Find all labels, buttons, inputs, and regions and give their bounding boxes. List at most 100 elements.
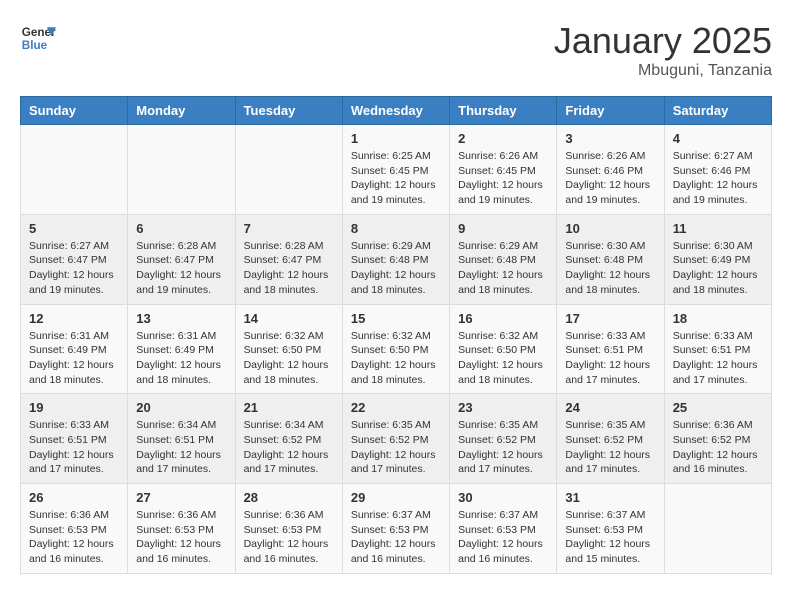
calendar-cell: 7 Sunrise: 6:28 AM Sunset: 6:47 PM Daylig… (235, 214, 342, 304)
calendar-day-header: Thursday (450, 97, 557, 125)
day-info: Sunrise: 6:35 AM Sunset: 6:52 PM Dayligh… (458, 418, 548, 477)
day-info: Sunrise: 6:29 AM Sunset: 6:48 PM Dayligh… (351, 239, 441, 298)
day-number: 15 (351, 311, 441, 326)
calendar-cell: 27 Sunrise: 6:36 AM Sunset: 6:53 PM Dayli… (128, 484, 235, 574)
calendar-day-header: Tuesday (235, 97, 342, 125)
calendar-cell: 8 Sunrise: 6:29 AM Sunset: 6:48 PM Daylig… (342, 214, 449, 304)
day-info: Sunrise: 6:32 AM Sunset: 6:50 PM Dayligh… (244, 329, 334, 388)
day-info: Sunrise: 6:33 AM Sunset: 6:51 PM Dayligh… (29, 418, 119, 477)
day-info: Sunrise: 6:31 AM Sunset: 6:49 PM Dayligh… (136, 329, 226, 388)
calendar-cell: 9 Sunrise: 6:29 AM Sunset: 6:48 PM Daylig… (450, 214, 557, 304)
day-number: 11 (673, 221, 763, 236)
day-info: Sunrise: 6:36 AM Sunset: 6:52 PM Dayligh… (673, 418, 763, 477)
svg-text:Blue: Blue (22, 39, 48, 52)
calendar-cell: 4 Sunrise: 6:27 AM Sunset: 6:46 PM Daylig… (664, 125, 771, 215)
calendar-cell: 26 Sunrise: 6:36 AM Sunset: 6:53 PM Dayli… (21, 484, 128, 574)
day-number: 8 (351, 221, 441, 236)
day-number: 13 (136, 311, 226, 326)
day-number: 25 (673, 400, 763, 415)
calendar-day-header: Friday (557, 97, 664, 125)
day-number: 2 (458, 131, 548, 146)
day-info: Sunrise: 6:26 AM Sunset: 6:45 PM Dayligh… (458, 149, 548, 208)
calendar-cell: 6 Sunrise: 6:28 AM Sunset: 6:47 PM Daylig… (128, 214, 235, 304)
calendar-cell: 28Sunrise: 6:36 AM Sunset: 6:53 PM Dayli… (235, 484, 342, 574)
calendar-day-header: Monday (128, 97, 235, 125)
calendar-cell: 1 Sunrise: 6:25 AM Sunset: 6:45 PM Daylig… (342, 125, 449, 215)
calendar-cell: 18Sunrise: 6:33 AM Sunset: 6:51 PM Dayli… (664, 304, 771, 394)
day-info: Sunrise: 6:37 AM Sunset: 6:53 PM Dayligh… (565, 508, 655, 567)
calendar-cell: 2 Sunrise: 6:26 AM Sunset: 6:45 PM Daylig… (450, 125, 557, 215)
calendar-cell: 15 Sunrise: 6:32 AM Sunset: 6:50 PM Dayli… (342, 304, 449, 394)
day-number: 9 (458, 221, 548, 236)
logo-icon: General Blue (20, 20, 56, 56)
day-info: Sunrise: 6:36 AM Sunset: 6:53 PM Dayligh… (136, 508, 226, 567)
day-number: 30 (458, 490, 548, 505)
day-number: 14 (244, 311, 334, 326)
day-info: Sunrise: 6:26 AM Sunset: 6:46 PM Dayligh… (565, 149, 655, 208)
calendar-cell: 16Sunrise: 6:32 AM Sunset: 6:50 PM Dayli… (450, 304, 557, 394)
day-info: Sunrise: 6:25 AM Sunset: 6:45 PM Dayligh… (351, 149, 441, 208)
calendar-cell (128, 125, 235, 215)
calendar-cell: 21Sunrise: 6:34 AM Sunset: 6:52 PM Dayli… (235, 394, 342, 484)
calendar-cell: 13 Sunrise: 6:31 AM Sunset: 6:49 PM Dayli… (128, 304, 235, 394)
calendar-cell: 22 Sunrise: 6:35 AM Sunset: 6:52 PM Dayli… (342, 394, 449, 484)
day-info: Sunrise: 6:37 AM Sunset: 6:53 PM Dayligh… (458, 508, 548, 567)
day-number: 7 (244, 221, 334, 236)
page-header: General Blue January 2025 Mbuguni, Tanza… (20, 20, 772, 80)
day-info: Sunrise: 6:30 AM Sunset: 6:48 PM Dayligh… (565, 239, 655, 298)
day-info: Sunrise: 6:33 AM Sunset: 6:51 PM Dayligh… (673, 329, 763, 388)
day-number: 10 (565, 221, 655, 236)
day-number: 23 (458, 400, 548, 415)
title-area: January 2025 Mbuguni, Tanzania (554, 20, 772, 80)
calendar-cell (21, 125, 128, 215)
calendar-cell: 3 Sunrise: 6:26 AM Sunset: 6:46 PM Daylig… (557, 125, 664, 215)
calendar-cell: 14 Sunrise: 6:32 AM Sunset: 6:50 PM Dayli… (235, 304, 342, 394)
day-number: 4 (673, 131, 763, 146)
day-number: 5 (29, 221, 119, 236)
day-number: 29 (351, 490, 441, 505)
day-number: 12 (29, 311, 119, 326)
day-info: Sunrise: 6:30 AM Sunset: 6:49 PM Dayligh… (673, 239, 763, 298)
calendar-week-row: 19 Sunrise: 6:33 AM Sunset: 6:51 PM Dayli… (21, 394, 772, 484)
day-number: 19 (29, 400, 119, 415)
calendar-cell: 31 Sunrise: 6:37 AM Sunset: 6:53 PM Dayli… (557, 484, 664, 574)
day-number: 17 (565, 311, 655, 326)
calendar-cell (664, 484, 771, 574)
day-number: 31 (565, 490, 655, 505)
location: Mbuguni, Tanzania (554, 62, 772, 80)
day-number: 27 (136, 490, 226, 505)
calendar-cell: 11 Sunrise: 6:30 AM Sunset: 6:49 PM Dayli… (664, 214, 771, 304)
day-info: Sunrise: 6:37 AM Sunset: 6:53 PM Dayligh… (351, 508, 441, 567)
calendar-cell: 5Sunrise: 6:27 AM Sunset: 6:47 PM Daylig… (21, 214, 128, 304)
day-info: Sunrise: 6:31 AM Sunset: 6:49 PM Dayligh… (29, 329, 119, 388)
day-number: 6 (136, 221, 226, 236)
day-info: Sunrise: 6:34 AM Sunset: 6:51 PM Dayligh… (136, 418, 226, 477)
day-number: 21 (244, 400, 334, 415)
calendar-day-header: Sunday (21, 97, 128, 125)
day-info: Sunrise: 6:36 AM Sunset: 6:53 PM Dayligh… (244, 508, 334, 567)
calendar-week-row: 26 Sunrise: 6:36 AM Sunset: 6:53 PM Dayli… (21, 484, 772, 574)
day-number: 1 (351, 131, 441, 146)
calendar-week-row: 5Sunrise: 6:27 AM Sunset: 6:47 PM Daylig… (21, 214, 772, 304)
day-number: 26 (29, 490, 119, 505)
day-info: Sunrise: 6:35 AM Sunset: 6:52 PM Dayligh… (351, 418, 441, 477)
day-number: 22 (351, 400, 441, 415)
day-info: Sunrise: 6:36 AM Sunset: 6:53 PM Dayligh… (29, 508, 119, 567)
calendar-cell: 17 Sunrise: 6:33 AM Sunset: 6:51 PM Dayli… (557, 304, 664, 394)
calendar-day-header: Wednesday (342, 97, 449, 125)
calendar-cell: 10 Sunrise: 6:30 AM Sunset: 6:48 PM Dayli… (557, 214, 664, 304)
day-info: Sunrise: 6:29 AM Sunset: 6:48 PM Dayligh… (458, 239, 548, 298)
calendar-cell: 24Sunrise: 6:35 AM Sunset: 6:52 PM Dayli… (557, 394, 664, 484)
day-info: Sunrise: 6:32 AM Sunset: 6:50 PM Dayligh… (458, 329, 548, 388)
day-info: Sunrise: 6:28 AM Sunset: 6:47 PM Dayligh… (244, 239, 334, 298)
day-info: Sunrise: 6:27 AM Sunset: 6:46 PM Dayligh… (673, 149, 763, 208)
day-number: 3 (565, 131, 655, 146)
calendar-cell: 29 Sunrise: 6:37 AM Sunset: 6:53 PM Dayli… (342, 484, 449, 574)
calendar-cell (235, 125, 342, 215)
month-title: January 2025 (554, 20, 772, 62)
day-info: Sunrise: 6:33 AM Sunset: 6:51 PM Dayligh… (565, 329, 655, 388)
day-info: Sunrise: 6:32 AM Sunset: 6:50 PM Dayligh… (351, 329, 441, 388)
calendar-header-row: SundayMondayTuesdayWednesdayThursdayFrid… (21, 97, 772, 125)
day-info: Sunrise: 6:28 AM Sunset: 6:47 PM Dayligh… (136, 239, 226, 298)
calendar-cell: 25 Sunrise: 6:36 AM Sunset: 6:52 PM Dayli… (664, 394, 771, 484)
